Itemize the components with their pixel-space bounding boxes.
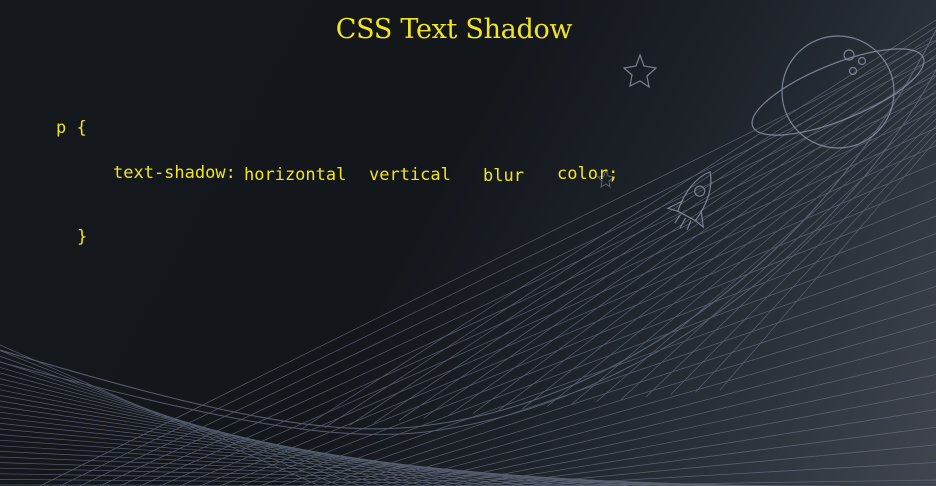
code-value-horizontal: horizontal — [244, 165, 347, 185]
code-value-blur: blur — [483, 166, 524, 186]
code-value-color: color; — [557, 164, 619, 184]
rocket-icon — [666, 170, 712, 231]
code-property-name: text-shadow: — [113, 163, 236, 183]
code-closing-brace: } — [77, 227, 88, 247]
code-value-vertical: vertical — [369, 165, 451, 185]
code-selector-line: p { — [56, 118, 87, 138]
page-title: CSS Text Shadow — [335, 14, 573, 45]
